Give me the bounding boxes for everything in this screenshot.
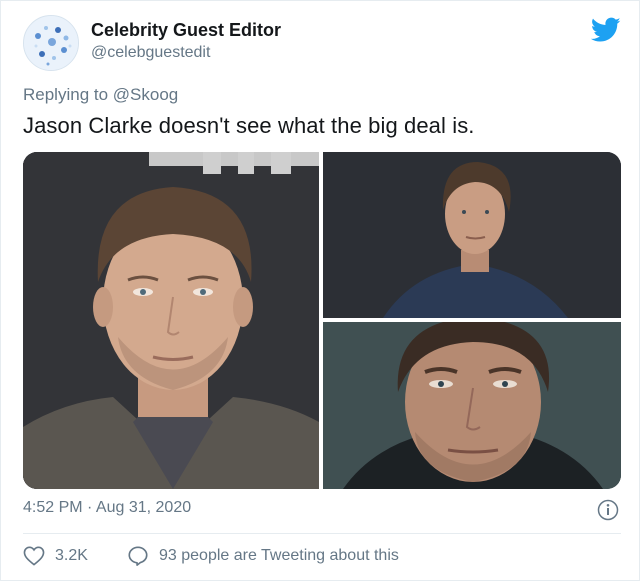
info-icon[interactable] <box>597 499 619 521</box>
like-count: 3.2K <box>55 547 88 564</box>
tweet-timestamp[interactable]: 4:52 PM · Aug 31, 2020 <box>23 499 191 517</box>
avatar[interactable] <box>23 15 79 71</box>
mention-link[interactable]: @Skoog <box>113 85 178 104</box>
divider <box>23 533 621 534</box>
photo-left[interactable] <box>23 152 319 489</box>
like-button[interactable]: 3.2K <box>23 544 88 568</box>
tweet-text: Jason Clarke doesn't see what the big de… <box>23 113 475 138</box>
tweeting-about-link[interactable]: 93 people are Tweeting about this <box>127 544 399 568</box>
twitter-bird-icon[interactable] <box>591 17 621 43</box>
replying-to: Replying to @Skoog <box>23 85 178 105</box>
replying-to-prefix: Replying to <box>23 85 109 104</box>
photo-top-right[interactable] <box>323 152 621 318</box>
heart-icon <box>23 546 45 566</box>
speech-bubble-icon <box>128 546 148 566</box>
media-grid <box>23 152 621 489</box>
tweet-card: Celebrity Guest Editor @celebguestedit R… <box>0 0 640 581</box>
photo-bottom-right[interactable] <box>323 322 621 489</box>
display-name[interactable]: Celebrity Guest Editor <box>91 20 281 41</box>
account-handle[interactable]: @celebguestedit <box>91 44 210 62</box>
tweeting-about-text: 93 people are Tweeting about this <box>159 547 399 564</box>
